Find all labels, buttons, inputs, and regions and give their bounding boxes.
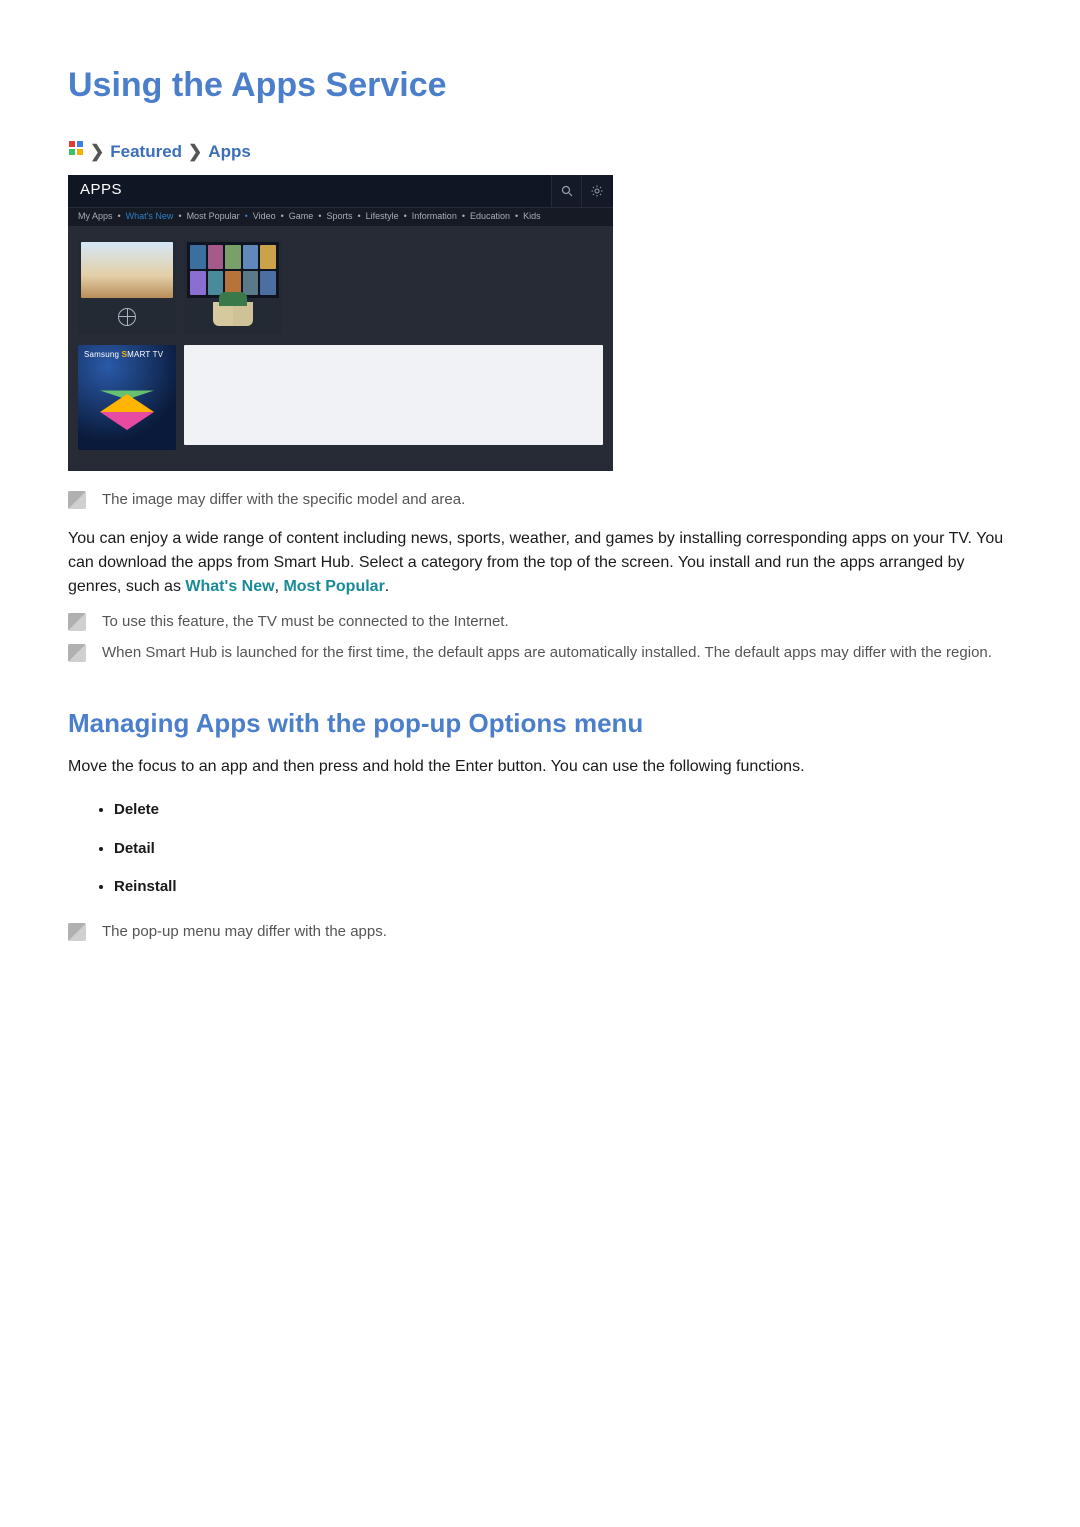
tab-lifestyle: Lifestyle [366,210,399,224]
app-tile-smart-tv: Samsung SMART TV [78,345,176,450]
note-icon [68,644,86,662]
tab-information: Information [412,210,457,224]
breadcrumb-featured: Featured [110,139,182,165]
smart-tv-label-rest: MART TV [127,350,163,359]
note-internet: To use this feature, the TV must be conn… [68,611,1012,634]
function-reinstall: Reinstall [114,868,1012,907]
tab-sports: Sports [326,210,352,224]
page-title: Using the Apps Service [68,60,1012,111]
note-image-differ: The image may differ with the specific m… [68,489,1012,512]
note-icon [68,613,86,631]
note-text: To use this feature, the TV must be conn… [102,611,509,634]
chevron-right-icon: ❯ [90,139,104,165]
smarthub-icon [68,140,84,164]
tab-video: Video [253,210,276,224]
screenshot-title: APPS [80,179,122,202]
function-delete: Delete [114,791,1012,830]
tab-education: Education [470,210,510,224]
globe-icon [118,308,136,326]
app-tile-promo [78,239,176,334]
apps-screenshot: APPS My Apps• What's New• Most Popular• … [68,175,613,471]
note-icon [68,923,86,941]
note-icon [68,491,86,509]
tab-most-popular: Most Popular [187,210,240,224]
chevron-right-icon: ❯ [188,139,202,165]
screenshot-tabs: My Apps• What's New• Most Popular• Video… [68,207,613,227]
managing-intro: Move the focus to an app and then press … [68,755,1012,779]
note-popup-differ: The pop-up menu may differ with the apps… [68,921,1012,944]
app-tile-guide [184,239,282,334]
link-most-popular: Most Popular [283,578,384,595]
breadcrumb: ❯ Featured ❯ Apps [68,139,1012,165]
note-text: The pop-up menu may differ with the apps… [102,921,387,944]
smart-tv-label-prefix: Samsung [84,350,122,359]
search-icon [551,175,581,207]
tab-whats-new: What's New [126,210,174,224]
link-whats-new: What's New [185,578,274,595]
tab-game: Game [289,210,314,224]
app-row-strip [184,345,603,445]
breadcrumb-apps: Apps [208,139,251,165]
note-text: When Smart Hub is launched for the first… [102,642,992,665]
tab-my-apps: My Apps [78,210,113,224]
tab-kids: Kids [523,210,541,224]
function-detail: Detail [114,830,1012,869]
intro-paragraph: You can enjoy a wide range of content in… [68,527,1012,599]
functions-list: Delete Detail Reinstall [68,791,1012,907]
intro-end: . [385,578,389,595]
section-managing-title: Managing Apps with the pop-up Options me… [68,704,1012,743]
gear-icon [581,175,611,207]
book-icon [213,302,253,326]
note-text: The image may differ with the specific m… [102,489,465,512]
note-default-apps: When Smart Hub is launched for the first… [68,642,1012,665]
